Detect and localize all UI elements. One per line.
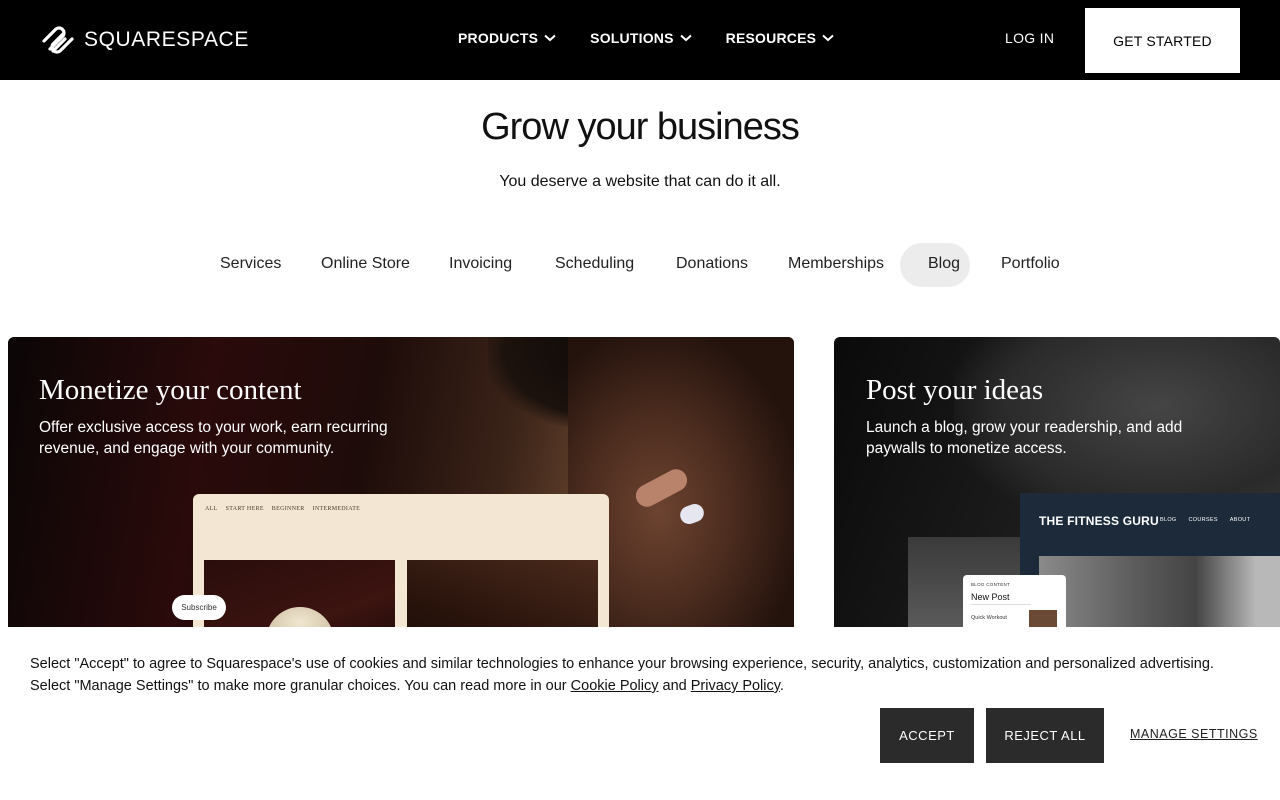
mockup-nav: ALL START HERE BEGINNER INTERMEDIATE (205, 506, 360, 512)
website-mockup: ALL START HERE BEGINNER INTERMEDIATE (193, 494, 609, 627)
mockup-site-title: THE FITNESS GURU (1039, 514, 1159, 528)
chevron-down-icon (822, 34, 834, 42)
squarespace-logo-icon (42, 26, 74, 54)
card-title: Post your ideas (866, 374, 1044, 406)
post-thumbnail (1029, 610, 1057, 627)
card-title: Monetize your content (39, 374, 302, 406)
cookie-message: Select "Accept" to agree to Squarespace'… (30, 653, 1250, 697)
tab-portfolio[interactable]: Portfolio (1001, 243, 1060, 287)
post-card-title: New Post (971, 592, 1010, 602)
cookie-policy-link[interactable]: Cookie Policy (571, 678, 659, 694)
tab-blog[interactable]: Blog (900, 243, 971, 287)
divider (971, 604, 1031, 605)
chevron-down-icon (544, 34, 556, 42)
cookie-end-text: . (779, 678, 784, 694)
tab-services[interactable]: Services (220, 243, 281, 287)
squarespace-logo[interactable]: SQUARESPACE (40, 24, 249, 56)
mockup-image (407, 560, 598, 627)
login-link[interactable]: LOG IN (1005, 30, 1054, 46)
privacy-policy-link[interactable]: Privacy Policy (691, 678, 780, 694)
manage-settings-link[interactable]: MANAGE SETTINGS (1130, 727, 1258, 741)
card-description: Offer exclusive access to your work, ear… (39, 419, 388, 457)
mockup-nav-item: INTERMEDIATE (312, 506, 361, 512)
page-title: Grow your business (481, 106, 800, 148)
mockup-gym-image (1039, 556, 1280, 627)
main-nav: PRODUCTS SOLUTIONS RESOURCES (458, 30, 834, 46)
page-subtitle: You deserve a website that can do it all… (499, 173, 781, 190)
chevron-down-icon (679, 34, 692, 42)
nav-solutions-label: SOLUTIONS (590, 30, 674, 46)
mockup-nav-item: START HERE (225, 506, 264, 512)
tab-scheduling[interactable]: Scheduling (555, 243, 634, 287)
tab-online-store[interactable]: Online Store (321, 243, 410, 287)
site-header: SQUARESPACE PRODUCTS SOLUTIONS RESOURCES… (0, 0, 1280, 80)
tab-invoicing[interactable]: Invoicing (449, 243, 512, 287)
accept-button[interactable]: ACCEPT (880, 708, 974, 763)
mockup-nav-item: BEGINNER (271, 506, 305, 512)
subscribe-pill: Subscribe (172, 595, 226, 620)
feature-card-post-ideas[interactable]: Post your ideas Launch a blog, grow your… (834, 337, 1280, 627)
tab-donations[interactable]: Donations (676, 243, 748, 287)
mockup-nav-item: COURSES (1188, 517, 1218, 523)
card-description: Launch a blog, grow your readership, and… (866, 419, 1183, 457)
nav-solutions[interactable]: SOLUTIONS (590, 30, 692, 46)
get-started-button[interactable]: GET STARTED (1085, 8, 1240, 73)
mockup-nav-item: ALL (205, 506, 218, 512)
mockup-nav-item: ABOUT (1229, 517, 1251, 523)
mockup-nav-item: BLOG (1160, 517, 1177, 523)
nav-resources[interactable]: RESOURCES (726, 30, 834, 46)
logo-wordmark: SQUARESPACE (84, 28, 249, 51)
reject-all-button[interactable]: REJECT ALL (986, 708, 1104, 763)
nav-products[interactable]: PRODUCTS (458, 30, 556, 46)
feature-card-monetize[interactable]: Monetize your content Offer exclusive ac… (8, 337, 794, 627)
post-card-label: BLOG CONTENT (971, 582, 1011, 587)
cookie-banner: Select "Accept" to agree to Squarespace'… (0, 627, 1280, 800)
post-card-subtitle: Quick Workout (971, 615, 1007, 621)
tab-memberships[interactable]: Memberships (788, 243, 884, 287)
cookie-and-text: and (658, 678, 691, 694)
nav-resources-label: RESOURCES (725, 30, 817, 46)
new-post-card: BLOG CONTENT New Post Quick Workout (963, 575, 1066, 627)
nav-products-label: PRODUCTS (458, 30, 539, 46)
mockup-nav: BLOG COURSES ABOUT (1160, 517, 1250, 523)
